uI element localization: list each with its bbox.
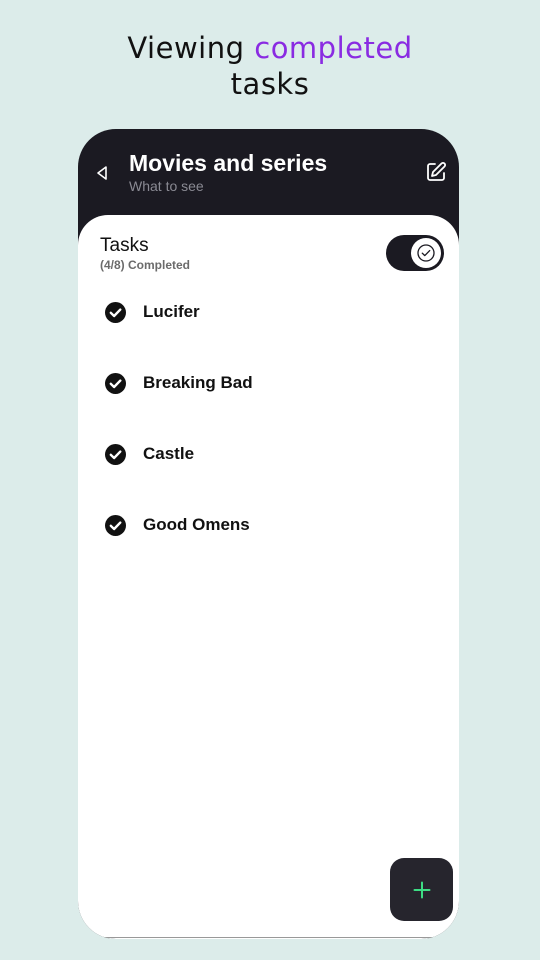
list-subtitle: What to see — [129, 178, 204, 194]
checked-circle-icon[interactable] — [105, 302, 126, 323]
task-item[interactable]: Good Omens — [78, 491, 459, 562]
headline-text-2: tasks — [230, 67, 310, 101]
phone-frame: Movies and series What to see Tasks (4/8… — [78, 129, 459, 939]
plus-icon — [413, 881, 430, 898]
home-indicator — [103, 937, 434, 938]
task-label: Lucifer — [143, 302, 200, 321]
task-item[interactable]: Castle — [78, 420, 459, 491]
checked-circle-icon[interactable] — [105, 444, 126, 465]
headline-text-1: Viewing — [127, 31, 255, 65]
toggle-knob — [411, 238, 441, 268]
edit-button[interactable] — [423, 159, 449, 185]
content-sheet: Tasks (4/8) Completed Lucifer Breaking B… — [78, 215, 459, 939]
task-item[interactable]: Breaking Bad — [78, 349, 459, 420]
app-bar-titles: Movies and series What to see — [129, 149, 327, 195]
task-label: Breaking Bad — [143, 373, 253, 392]
task-list: Lucifer Breaking Bad Castle Good Omens — [78, 278, 459, 562]
list-title: Movies and series — [129, 150, 328, 176]
tasks-completed-count: (4/8) Completed — [100, 258, 191, 272]
checked-circle-icon[interactable] — [105, 373, 126, 394]
check-circle-icon — [417, 244, 435, 262]
headline-accent: completed — [254, 31, 413, 65]
back-triangle-icon — [97, 166, 107, 180]
add-task-button[interactable] — [390, 858, 453, 921]
back-button[interactable] — [90, 161, 114, 185]
edit-pencil-icon — [427, 162, 446, 181]
tasks-header: Tasks (4/8) Completed — [100, 235, 190, 273]
tasks-title: Tasks — [100, 235, 149, 256]
app-bar: Movies and series What to see — [78, 129, 459, 229]
show-completed-toggle[interactable] — [386, 235, 444, 271]
checked-circle-icon[interactable] — [105, 515, 126, 536]
promo-headline: Viewing completed tasks — [0, 30, 540, 102]
task-item[interactable]: Lucifer — [78, 278, 459, 349]
task-label: Castle — [143, 444, 195, 463]
task-label: Good Omens — [143, 515, 250, 534]
